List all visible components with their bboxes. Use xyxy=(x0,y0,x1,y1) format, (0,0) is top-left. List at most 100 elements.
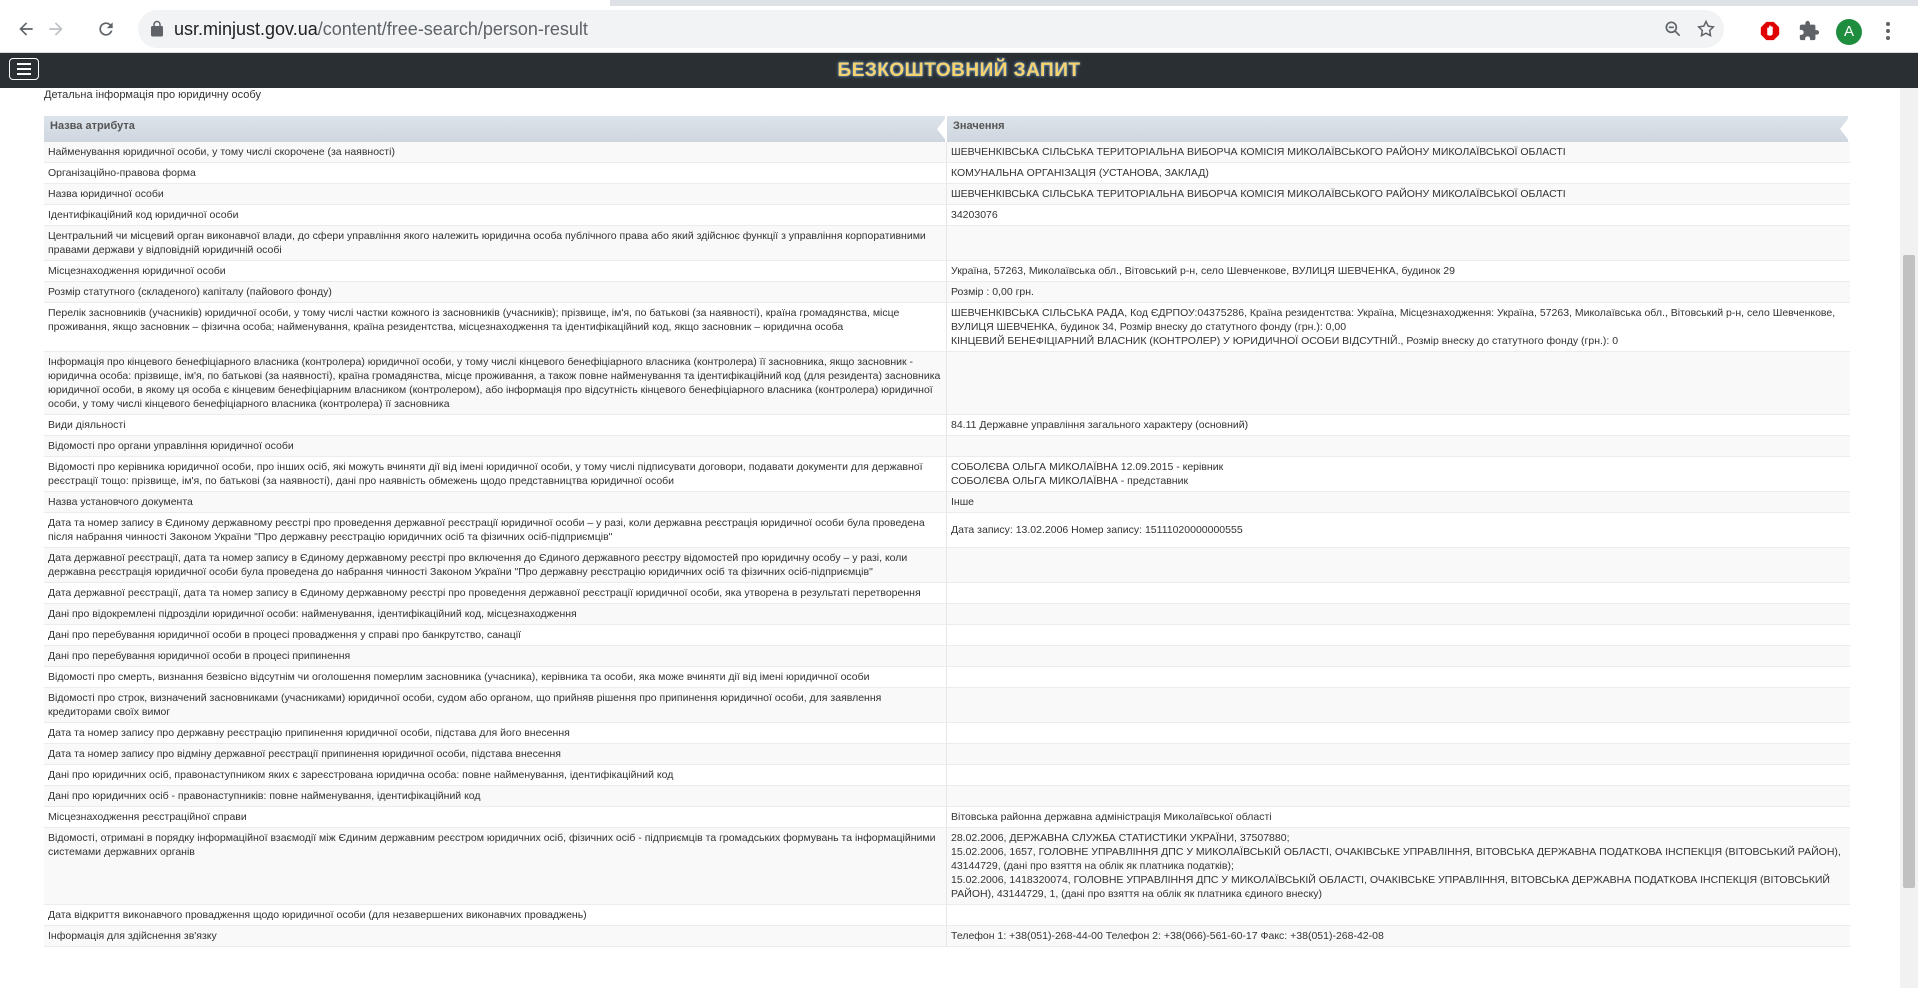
zoom-out-icon[interactable] xyxy=(1663,19,1683,39)
table-row: Дата відкриття виконавчого провадження щ… xyxy=(44,905,1850,926)
attribute-value-cell: СОБОЛЄВА ОЛЬГА МИКОЛАЇВНА 12.09.2015 - к… xyxy=(951,461,1224,487)
url-path: /content/free-search/person-result xyxy=(317,19,588,39)
attribute-name-cell: Назва установчого документа xyxy=(44,492,947,512)
attribute-name-cell: Відомості про органи управління юридично… xyxy=(44,436,947,456)
attribute-value-cell: КОМУНАЛЬНА ОРГАНІЗАЦІЯ (УСТАНОВА, ЗАКЛАД… xyxy=(951,167,1209,179)
table-header: Назва атрибута Значення xyxy=(44,116,1850,142)
table-row: Найменування юридичної особи, у тому чис… xyxy=(44,142,1850,163)
column-header-attribute[interactable]: Назва атрибута xyxy=(44,116,947,142)
attribute-name-cell: Найменування юридичної особи, у тому чис… xyxy=(44,142,947,162)
attribute-value-cell: 84.11 Державне управління загального хар… xyxy=(951,419,1249,431)
attribute-value-cell: Інше xyxy=(951,496,974,508)
attribute-value-cell: Розмір : 0,00 грн. xyxy=(951,286,1034,298)
table-row: Дата та номер запису про відміну державн… xyxy=(44,744,1850,765)
attribute-value-cell xyxy=(947,548,1850,582)
attribute-name-cell: Відомості про смерть, визнання безвісно … xyxy=(44,667,947,687)
attribute-value-cell xyxy=(947,226,1850,260)
attribute-value-cell xyxy=(947,583,1850,603)
attribute-name-cell: Центральний чи місцевий орган виконавчої… xyxy=(44,226,947,260)
attribute-value-cell xyxy=(947,604,1850,624)
attribute-value-cell: Дата запису: 13.02.2006 Номер запису: 15… xyxy=(951,524,1243,536)
attribute-name-cell: Відомості, отримані в порядку інформацій… xyxy=(44,828,947,904)
table-row: Дата та номер запису в Єдиному державном… xyxy=(44,513,1850,548)
attribute-name-cell: Дата та номер запису про відміну державн… xyxy=(44,744,947,764)
site-header: БЕЗКОШТОВНИЙ ЗАПИТ xyxy=(0,53,1918,88)
back-arrow-icon xyxy=(19,22,33,36)
attribute-value-cell: Україна, 57263, Миколаївська обл., Вітов… xyxy=(951,265,1455,277)
three-dots-icon[interactable] xyxy=(1885,20,1891,42)
section-title: Детальна інформація про юридичну особу xyxy=(44,89,261,101)
table-row: Інформація про кінцевого бенефіціарного … xyxy=(44,352,1850,415)
table-row: Місцезнаходження реєстраційної справи Віт… xyxy=(44,807,1850,828)
table-row: Назва установчого документа Інше xyxy=(44,492,1850,513)
attribute-value-cell xyxy=(947,667,1850,687)
attribute-name-cell: Дані про перебування юридичної особи в п… xyxy=(44,646,947,666)
attribute-value-cell xyxy=(947,646,1850,666)
table-row: Організаційно-правова форма КОМУНАЛЬНА ОР… xyxy=(44,163,1850,184)
attribute-name-cell: Відомості про строк, визначений засновни… xyxy=(44,688,947,722)
attribute-name-cell: Дані про юридичних осіб, правонаступнико… xyxy=(44,765,947,785)
page-scrollbar[interactable] xyxy=(1900,88,1918,988)
attribute-name-cell: Розмір статутного (складеного) капіталу … xyxy=(44,282,947,302)
attribute-value-cell: Вітовська районна державна адміністрація… xyxy=(951,811,1272,823)
attribute-name-cell: Дані про юридичних осіб - правонаступник… xyxy=(44,786,947,806)
attribute-name-cell: Дата та номер запису про державну реєстр… xyxy=(44,723,947,743)
table-row: Дані про перебування юридичної особи в п… xyxy=(44,625,1850,646)
table-row: Дані про юридичних осіб, правонаступнико… xyxy=(44,765,1850,786)
table-row: Дані про перебування юридичної особи в п… xyxy=(44,646,1850,667)
reload-icon xyxy=(99,22,113,36)
page-title: БЕЗКОШТОВНИЙ ЗАПИТ xyxy=(837,60,1081,81)
forward-arrow-icon xyxy=(49,22,63,36)
url-text[interactable]: usr.minjust.gov.ua/content/free-search/p… xyxy=(174,19,588,40)
table-row: Ідентифікаційний код юридичної особи 3420… xyxy=(44,205,1850,226)
attribute-name-cell: Дата державної реєстрації, дата та номер… xyxy=(44,548,947,582)
back-button[interactable] xyxy=(11,14,41,44)
browser-toolbar: usr.minjust.gov.ua/content/free-search/p… xyxy=(0,6,1918,53)
table-row: Види діяльності 84.11 Державне управління… xyxy=(44,415,1850,436)
attribute-value-cell: 28.02.2006, ДЕРЖАВНА СЛУЖБА СТАТИСТИКИ У… xyxy=(951,832,1841,900)
address-bar[interactable]: usr.minjust.gov.ua/content/free-search/p… xyxy=(138,10,1724,48)
table-row: Дата та номер запису про державну реєстр… xyxy=(44,723,1850,744)
table-row: Відомості про строк, визначений засновни… xyxy=(44,688,1850,723)
table-row: Дані про відокремлені підрозділи юридичн… xyxy=(44,604,1850,625)
table-row: Дані про юридичних осіб - правонаступник… xyxy=(44,786,1850,807)
table-row: Відомості про смерть, визнання безвісно … xyxy=(44,667,1850,688)
table-row: Відомості про керівника юридичної особи,… xyxy=(44,457,1850,492)
attribute-name-cell: Дані про відокремлені підрозділи юридичн… xyxy=(44,604,947,624)
attribute-name-cell: Види діяльності xyxy=(44,415,947,435)
reload-button[interactable] xyxy=(91,14,121,44)
attribute-value-cell xyxy=(947,625,1850,645)
main-content: Детальна інформація про юридичну особу ▲… xyxy=(0,88,1900,988)
lock-icon xyxy=(151,20,163,37)
attribute-value-cell xyxy=(947,765,1850,785)
puzzle-icon[interactable] xyxy=(1798,20,1820,42)
table-row: Місцезнаходження юридичної особи Україна,… xyxy=(44,261,1850,282)
attribute-name-cell: Місцезнаходження юридичної особи xyxy=(44,261,947,281)
attribute-name-cell: Організаційно-правова форма xyxy=(44,163,947,183)
attribute-value-cell: Телефон 1: +38(051)-268-44-00 Телефон 2:… xyxy=(951,930,1384,942)
table-row: Інформація для здійснення зв'язку Телефон… xyxy=(44,926,1850,947)
scrollbar-thumb[interactable] xyxy=(1903,255,1915,888)
star-icon[interactable] xyxy=(1696,19,1716,39)
attribute-value-cell xyxy=(947,744,1850,764)
table-row: Перелік засновників (учасників) юридично… xyxy=(44,303,1850,352)
table-row: Відомості про органи управління юридично… xyxy=(44,436,1850,457)
attribute-name-cell: Назва юридичної особи xyxy=(44,184,947,204)
attribute-value-cell xyxy=(947,905,1850,925)
table-body: Найменування юридичної особи, у тому чис… xyxy=(44,142,1850,947)
url-domain: usr.minjust.gov.ua xyxy=(174,19,318,39)
profile-avatar[interactable]: A xyxy=(1836,19,1862,45)
adblock-icon[interactable] xyxy=(1759,20,1781,42)
forward-button[interactable] xyxy=(41,14,71,44)
attribute-value-cell xyxy=(947,436,1850,456)
column-header-value[interactable]: Значення xyxy=(947,116,1850,142)
attribute-value-cell: 34203076 xyxy=(951,209,998,221)
attribute-name-cell: Інформація для здійснення зв'язку xyxy=(44,926,947,946)
table-row: Центральний чи місцевий орган виконавчої… xyxy=(44,226,1850,261)
table-row: Назва юридичної особи ШЕВЧЕНКІВСЬКА СІЛЬС… xyxy=(44,184,1850,205)
attribute-value-cell xyxy=(947,723,1850,743)
attribute-name-cell: Ідентифікаційний код юридичної особи xyxy=(44,205,947,225)
attribute-value-cell: ШЕВЧЕНКІВСЬКА СІЛЬСЬКА РАДА, Код ЄДРПОУ:… xyxy=(951,307,1836,347)
attribute-value-cell: ШЕВЧЕНКІВСЬКА СІЛЬСЬКА ТЕРИТОРІАЛЬНА ВИБ… xyxy=(951,146,1566,158)
attribute-name-cell: Відомості про керівника юридичної особи,… xyxy=(44,457,947,491)
